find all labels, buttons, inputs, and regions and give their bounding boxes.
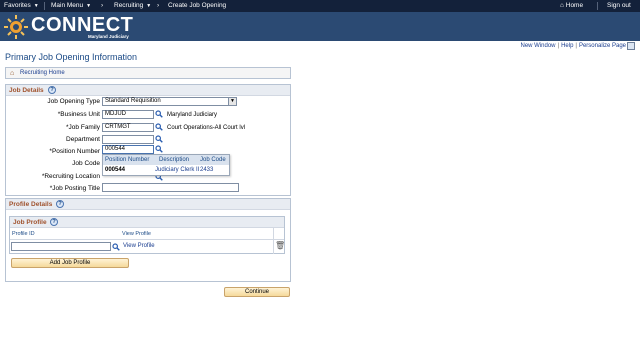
prompt-col-position-number: Position Number	[105, 157, 150, 163]
chevron-down-icon[interactable]: ▼	[228, 98, 236, 105]
job-opening-type-value: Standard Requisition	[105, 98, 161, 104]
link-divider: |	[575, 43, 577, 49]
profile-details-title: Profile Details	[9, 201, 53, 208]
favorites-menu[interactable]: Favorites ▼	[4, 2, 39, 9]
page-links: New Window | Help | Personalize Page	[520, 43, 626, 49]
help-icon[interactable]: ?	[48, 86, 56, 94]
personalize-page-link[interactable]: Personalize Page	[579, 43, 626, 49]
business-unit-description: Maryland Judiciary	[167, 112, 218, 118]
page-title: Primary Job Opening Information	[5, 52, 138, 62]
add-job-profile-button[interactable]: Add Job Profile	[11, 258, 129, 268]
job-profile-grid: Job Profile ? Profile ID View Profile Vi…	[9, 216, 285, 254]
search-icon[interactable]	[155, 135, 163, 143]
chevron-down-icon: ▼	[146, 3, 152, 9]
home-link[interactable]: ⌂ Home	[560, 2, 583, 9]
job-opening-type-label: Job Opening Type	[47, 98, 100, 105]
top-nav-bar: Favorites ▼ Main Menu ▼ › Recruiting ▼ › Cr…	[0, 0, 640, 12]
job-family-input[interactable]: CRTMGT	[102, 123, 154, 132]
breadcrumb-recruiting-label: Recruiting	[114, 2, 144, 9]
business-unit-label: *Business Unit	[57, 111, 100, 118]
link-divider: |	[557, 43, 560, 49]
prompt-row-job-code[interactable]: 2433	[200, 167, 213, 173]
profile-details-header: Profile Details ?	[6, 199, 290, 210]
view-profile-link[interactable]: View Profile	[123, 243, 155, 249]
help-link[interactable]: Help	[561, 43, 573, 49]
job-family-description: Court Operations-All Court lvl	[167, 125, 246, 131]
search-icon[interactable]	[155, 145, 163, 153]
delete-row-icon[interactable]: 🗑	[275, 241, 285, 250]
recruiting-location-label: *Recruiting Location	[41, 173, 100, 180]
continue-button[interactable]: Continue	[224, 287, 290, 297]
recruiting-home-bar: ⌂ Recruiting Home	[5, 67, 291, 79]
profile-id-input[interactable]	[11, 242, 111, 251]
grid-divider	[273, 228, 274, 254]
main-menu[interactable]: Main Menu ▼	[51, 2, 91, 9]
search-icon[interactable]	[112, 243, 120, 251]
job-opening-type-select[interactable]: Standard Requisition ▼	[102, 97, 237, 106]
business-unit-input[interactable]: MDJUD	[102, 110, 154, 119]
department-input[interactable]	[102, 135, 154, 144]
recruiting-home-link[interactable]: Recruiting Home	[20, 70, 65, 76]
prompt-col-description: Description	[159, 157, 190, 163]
job-code-label: Job Code	[72, 160, 100, 167]
department-label: Department	[66, 136, 100, 143]
prompt-row-position-number[interactable]: 000544	[105, 167, 125, 173]
job-posting-title-label: *Job Posting Title	[49, 185, 100, 192]
table-row: View Profile 🗑	[10, 240, 285, 253]
position-number-input[interactable]: 000544	[102, 145, 154, 154]
sign-out-link[interactable]: Sign out	[607, 2, 631, 9]
col-profile-id: Profile ID	[12, 231, 35, 237]
maximize-window-icon[interactable]	[627, 42, 635, 50]
connect-logo-icon	[4, 15, 28, 39]
nav-divider	[597, 2, 598, 10]
job-details-header: Job Details ?	[6, 85, 290, 96]
home-label: Home	[565, 2, 584, 9]
job-family-label: *Job Family	[66, 124, 100, 131]
prompt-row-description[interactable]: Judiciary Clerk II	[155, 167, 199, 173]
chevron-down-icon: ▼	[86, 3, 92, 9]
position-number-prompt: Position Number Description Job Code 000…	[102, 154, 230, 176]
help-icon[interactable]: ?	[50, 218, 58, 226]
search-icon[interactable]	[155, 123, 163, 131]
home-icon: ⌂	[560, 2, 564, 9]
home-icon: ⌂	[10, 70, 15, 77]
job-profile-header: Job Profile ?	[10, 217, 284, 228]
job-posting-title-input[interactable]	[102, 183, 239, 192]
help-icon[interactable]: ?	[56, 200, 64, 208]
job-details-title: Job Details	[9, 87, 44, 94]
col-view-profile: View Profile	[122, 231, 151, 237]
logo-subtitle: Maryland Judiciary	[88, 34, 129, 39]
breadcrumb-recruiting[interactable]: Recruiting ▼	[114, 2, 151, 9]
breadcrumb-separator-icon: ›	[157, 2, 160, 9]
breadcrumb-create-job-opening[interactable]: Create Job Opening	[168, 2, 226, 9]
favorites-label: Favorites	[4, 2, 31, 9]
position-number-label: *Position Number	[49, 148, 100, 155]
nav-divider	[44, 2, 45, 10]
new-window-link[interactable]: New Window	[520, 43, 555, 49]
job-profile-title: Job Profile	[13, 219, 47, 226]
search-icon[interactable]	[155, 110, 163, 118]
main-menu-label: Main Menu	[51, 2, 84, 9]
job-profile-column-headers: Profile ID View Profile	[10, 228, 284, 240]
prompt-col-job-code: Job Code	[200, 157, 226, 163]
breadcrumb-separator-icon: ›	[101, 2, 104, 9]
chevron-down-icon: ▼	[33, 3, 39, 9]
